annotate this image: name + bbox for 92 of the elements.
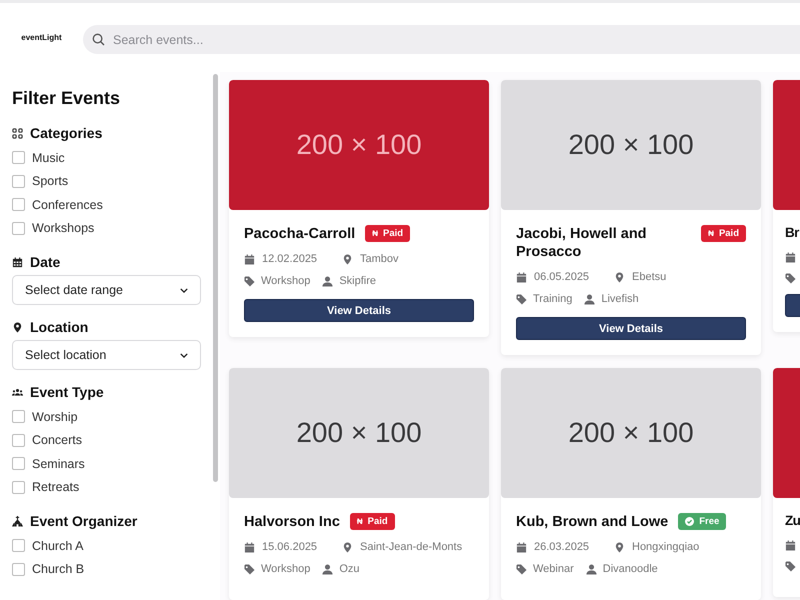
view-details-button[interactable]: View Details [244,299,474,322]
event-organizer: Divanoodle [602,563,658,576]
event-title: Halvorson Inc [244,513,340,532]
filter-option[interactable]: Concerts [12,428,82,452]
filter-option[interactable]: Church A [12,534,84,558]
check-circle-icon [685,517,694,526]
tag-icon [244,276,255,287]
chevron-down-icon [180,352,188,358]
tag-icon [244,564,255,575]
filter-option[interactable]: Conferences [12,193,103,216]
event-location: Tambov [360,253,399,266]
filter-option[interactable]: Sports [12,170,68,193]
section-heading: Categories [30,125,102,141]
event-date: 15.06.2025 [262,541,318,554]
section-heading: Location [30,319,88,335]
user-icon [584,294,596,305]
image-size-label: 200 × 100 [568,417,694,450]
checkbox[interactable] [12,562,25,576]
event-title: Jacobi, Howell and Prosacco [516,225,648,262]
event-date: 12.02.2025 [262,253,318,266]
checkbox[interactable] [12,457,25,470]
pin-icon [12,322,23,332]
location-pin-icon [342,542,353,553]
location-pin-icon [342,254,353,265]
view-details-button[interactable]: View Details [516,317,746,340]
calendar-icon [244,542,255,553]
scrollbar[interactable] [213,74,218,482]
checkbox[interactable] [12,410,25,424]
event-type: Workshop [261,563,310,576]
dropdown[interactable]: Select location [12,340,201,370]
filter-option[interactable]: Music [12,146,65,170]
checkbox[interactable] [12,198,25,212]
filter-option[interactable]: Workshops [12,216,94,240]
image-size-label: 200 × 100 [568,129,694,161]
calendar-icon [785,540,796,552]
checkbox[interactable] [12,434,25,447]
chevron-down-icon [180,288,188,292]
filter-option[interactable]: Retreats [12,476,80,499]
grid-icon [12,128,23,138]
event-location: Ebetsu [632,271,666,284]
checkbox[interactable] [12,480,25,494]
organizer-icon [12,516,23,526]
logo[interactable]: eventLight [0,33,83,42]
tag-icon [785,561,796,572]
calendar-icon [516,272,527,283]
tag-icon [516,564,527,575]
price-badge: ₦ Paid [365,225,410,242]
filter-option[interactable]: Worship [12,405,78,428]
section-heading: Date [30,254,60,270]
event-title: Br [785,225,799,242]
people-icon [12,386,23,398]
location-pin-icon [614,542,625,553]
calendar-icon [244,254,255,265]
calendar-icon [785,252,796,263]
search-icon [92,33,105,46]
checkbox[interactable] [12,539,25,552]
user-icon [586,564,597,575]
event-location: Saint-Jean-de-Monts [360,541,462,554]
price-badge: ₦ Paid [701,225,746,242]
event-type: Webinar [533,563,574,576]
image-size-label: 200 × 100 [296,129,422,161]
checkbox[interactable] [12,151,25,164]
event-title: Kub, Brown and Lowe [516,513,668,532]
user-icon [322,276,334,287]
image-size-label: 200 × 100 [296,417,422,450]
event-date: 06.05.2025 [534,271,590,284]
search-field[interactable]: Search events... [83,25,800,54]
tag-icon [785,272,796,284]
location-pin-icon [614,272,625,283]
event-type: Workshop [261,275,310,288]
event-title: Pacocha-Carroll [244,225,356,244]
event-title: Zu [785,513,800,530]
event-location: Hongxingqiao [632,541,700,554]
checkbox[interactable] [12,222,25,235]
filter-option[interactable]: Church B [12,558,84,581]
sidebar-title: Filter Events [12,88,122,109]
event-date: 26.03.2025 [534,541,590,554]
tag-icon [516,294,527,305]
dropdown[interactable]: Select date range [12,275,201,305]
event-organizer: Ozu [339,563,360,576]
user-icon [322,564,334,575]
price-badge: ₦ Paid [350,513,395,530]
filter-option[interactable]: Seminars [12,452,85,476]
calendar-icon [12,256,23,268]
section-heading: Event Type [30,384,104,400]
calendar-icon [516,542,527,553]
section-heading: Event Organizer [30,513,138,529]
event-organizer: Livefish [601,293,639,306]
event-type: Training [533,293,572,306]
price-badge: Free [678,513,726,530]
checkbox[interactable] [12,174,25,188]
event-organizer: Skipfire [339,275,376,288]
